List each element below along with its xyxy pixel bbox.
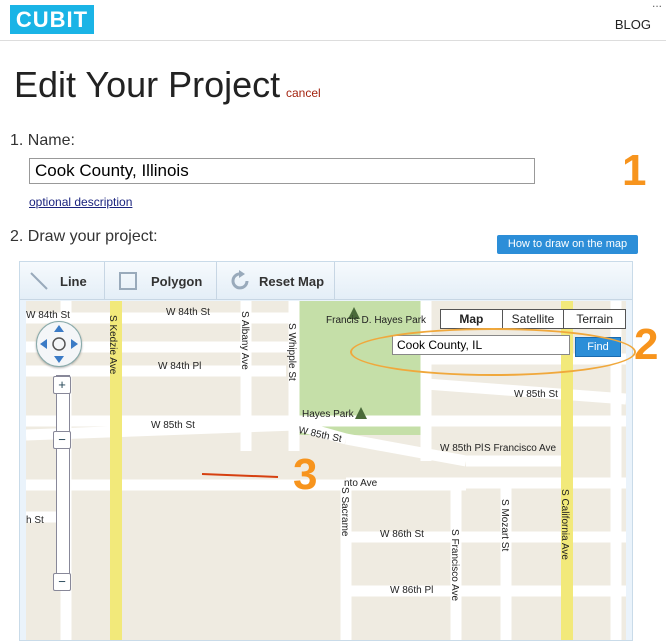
blog-link[interactable]: BLOG	[615, 17, 651, 32]
label-w84st: W 84th St	[166, 307, 210, 318]
annotation-3: 3	[293, 450, 318, 499]
polygon-label: Polygon	[151, 274, 203, 289]
label-sacramento: S Sacrame	[339, 487, 350, 537]
label-hayes-park: Hayes Park	[302, 409, 355, 420]
zoom-slider[interactable]	[56, 375, 70, 591]
annotation-2: 2	[634, 320, 659, 369]
draw-toolbar: Line Polygon Reset Map	[20, 262, 632, 300]
label-francisco-v: S Francisco Ave	[449, 529, 460, 602]
more-dots: ...	[651, 0, 662, 10]
label-california: S California Ave	[559, 489, 570, 560]
polygon-icon	[118, 271, 138, 294]
label-whipple: S Whipple St	[286, 323, 297, 381]
polygon-tool[interactable]: Polygon	[104, 262, 217, 299]
annotation-1: 1	[622, 146, 647, 195]
map-type-terrain[interactable]: Terrain	[564, 310, 625, 328]
label-w84st-left: W 84th St	[26, 310, 70, 321]
page-title: Edit Your Project	[14, 64, 281, 105]
search-highlight-ellipse	[350, 328, 636, 376]
project-name-input[interactable]	[29, 158, 535, 184]
label-albany: S Albany Ave	[239, 311, 250, 370]
optional-description-link[interactable]: optional description	[29, 195, 132, 209]
line-label: Line	[60, 274, 87, 289]
label-w86st: W 86th St	[380, 529, 424, 540]
cubit-logo[interactable]: CUBIT	[10, 5, 94, 34]
label-w86pl: W 86th Pl	[390, 585, 433, 596]
reset-label: Reset Map	[259, 274, 325, 289]
zoom-in-icon[interactable]: +	[53, 376, 71, 394]
top-bar: CUBIT ... BLOG	[0, 0, 666, 41]
label-park-name: Francis D. Hayes Park	[326, 315, 427, 326]
label-w85st-left: W 85th St	[151, 420, 195, 431]
map-type-satellite[interactable]: Satellite	[503, 310, 565, 328]
map-type-map[interactable]: Map	[441, 310, 503, 328]
label-w85pl: W 85th Pl	[440, 443, 483, 454]
pan-hand-icon	[40, 325, 78, 363]
cancel-link[interactable]: cancel	[286, 86, 321, 100]
label-w84pl: W 84th Pl	[158, 361, 201, 372]
line-icon	[29, 271, 49, 294]
step-draw-label: 2. Draw your project:	[10, 228, 158, 245]
map-panel: Line Polygon Reset Map W 84th St W 84th …	[19, 261, 633, 641]
pan-control[interactable]	[36, 321, 82, 367]
step-name-label: 1. Name:	[10, 132, 75, 149]
how-to-draw-button[interactable]: How to draw on the map	[497, 235, 638, 254]
label-h-st: h St	[26, 515, 44, 526]
zoom-out-icon[interactable]: −	[53, 573, 71, 591]
label-w85st-right: W 85th St	[514, 389, 558, 400]
map-type-selector: Map Satellite Terrain	[440, 309, 626, 329]
drawn-line	[201, 473, 279, 478]
zoom-handle[interactable]: −	[53, 431, 71, 449]
reset-map-tool[interactable]: Reset Map	[216, 262, 335, 299]
label-mozart: S Mozart St	[499, 499, 510, 551]
line-tool[interactable]: Line	[20, 262, 105, 299]
label-sfrancisco: S Francisco Ave	[484, 443, 557, 454]
label-kedzie: S Kedzie Ave	[107, 315, 118, 375]
reset-icon	[230, 270, 252, 295]
